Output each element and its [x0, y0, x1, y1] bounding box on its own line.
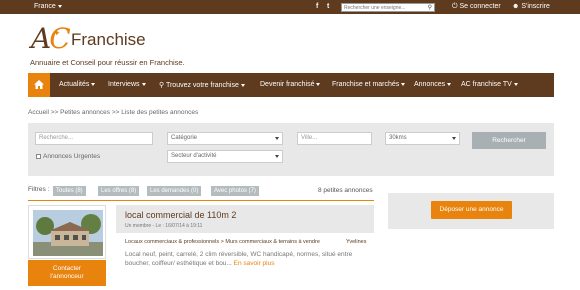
city-input[interactable]: Ville...	[297, 132, 372, 145]
nav-item-annonces[interactable]: Annonces	[414, 81, 452, 88]
brand-search-box: ⚲	[341, 3, 435, 12]
site-tagline: Annuaire et Conseil pour réussir en Fran…	[30, 58, 185, 67]
listing-header: local commercial de 110m 2 Un membre - L…	[116, 205, 374, 233]
chevron-down-icon	[452, 137, 456, 140]
home-button[interactable]	[28, 73, 50, 97]
building-photo-image	[33, 210, 103, 256]
read-more-link[interactable]: En savoir plus	[234, 260, 275, 267]
category-select[interactable]: Catégorie	[167, 132, 283, 145]
chevron-down-icon	[240, 83, 245, 87]
compass-star-icon: ✦	[53, 28, 61, 38]
chevron-down-icon	[316, 82, 321, 86]
list-item: Contacter l'annonceur local commercial d…	[28, 205, 374, 290]
chevron-down-icon	[401, 82, 406, 86]
login-link[interactable]: ⏻ Se connecter	[452, 3, 501, 11]
listing-title[interactable]: local commercial de 110m 2	[125, 210, 236, 220]
search-icon: ⚲	[159, 82, 166, 89]
listing-meta: Un membre - Le : 16/07/14 à 19:11	[125, 223, 203, 229]
logo-franchise-text: Franchise	[71, 30, 146, 49]
nav-item-devenir[interactable]: Devenir franchisé	[260, 81, 321, 88]
breadcrumb[interactable]: Accueil >> Petites annonces >> Liste des…	[28, 109, 198, 116]
logo-ac-mark: AC	[31, 22, 71, 55]
chevron-down-icon	[275, 155, 279, 158]
distance-select[interactable]: 30kms	[385, 132, 460, 145]
contact-advertiser-button[interactable]: Contacter l'annonceur	[28, 260, 106, 286]
home-icon	[34, 80, 44, 89]
listing-description: Local neuf, peint, carrelé, 2 clim réver…	[125, 251, 353, 267]
user-icon: ☻	[512, 3, 520, 10]
chevron-down-icon	[447, 82, 452, 86]
search-panel: Recherche... Catégorie Ville... 30kms Se…	[28, 123, 554, 176]
urgent-checkbox[interactable]: Annonces Urgentes	[36, 153, 100, 160]
brand-search-input[interactable]	[342, 4, 422, 12]
post-ad-button[interactable]: Déposer une annonce	[431, 201, 512, 219]
filters-label: Filtres :	[28, 186, 50, 193]
nav-item-tv[interactable]: AC franchise TV	[461, 81, 518, 88]
twitter-icon[interactable]: t	[327, 3, 329, 10]
site-logo[interactable]: AC ✦ Franchise	[31, 22, 151, 56]
main-nav: Actualités Interviews ⚲ Trouvez votre fr…	[28, 73, 554, 97]
divider	[28, 200, 374, 201]
checkbox-box	[36, 153, 41, 159]
country-label: France	[34, 3, 56, 10]
country-selector[interactable]: France	[34, 3, 62, 10]
filter-pill-all[interactable]: Toutes (8)	[53, 186, 86, 196]
nav-item-actualites[interactable]: Actualités	[59, 81, 96, 88]
listing-photo[interactable]	[28, 205, 106, 259]
power-icon: ⏻	[452, 3, 458, 10]
facebook-icon[interactable]: f	[316, 3, 318, 10]
chevron-down-icon	[57, 4, 62, 8]
top-bar: France f t ⚲ ⏻ Se connecter ☻ S'inscrire	[0, 0, 580, 14]
filter-pill-requests[interactable]: Les demandes (0)	[147, 186, 202, 196]
chevron-down-icon	[91, 82, 96, 86]
register-link[interactable]: ☻ S'inscrire	[512, 3, 550, 10]
search-button[interactable]: Rechercher	[472, 132, 546, 149]
listing-region: Yvelines	[346, 239, 367, 245]
post-ad-box: Déposer une annonce	[388, 193, 554, 229]
nav-item-marches[interactable]: Franchise et marchés	[332, 81, 406, 88]
chevron-down-icon	[275, 137, 279, 140]
keyword-input[interactable]: Recherche...	[35, 132, 153, 145]
chevron-down-icon	[141, 82, 146, 86]
nav-item-interviews[interactable]: Interviews	[108, 81, 146, 88]
filter-pill-offers[interactable]: Les offres (8)	[98, 186, 140, 196]
results-count: 8 petites annonces	[318, 187, 373, 194]
chevron-down-icon	[513, 82, 518, 86]
listing-category: Locaux commerciaux & professionnels > Mu…	[125, 239, 320, 245]
search-icon[interactable]: ⚲	[428, 4, 432, 11]
nav-item-trouvez[interactable]: ⚲ Trouvez votre franchise	[159, 81, 245, 89]
sector-select[interactable]: Secteur d'activité	[167, 150, 283, 163]
filter-pill-photos[interactable]: Avec photos (7)	[211, 186, 259, 196]
